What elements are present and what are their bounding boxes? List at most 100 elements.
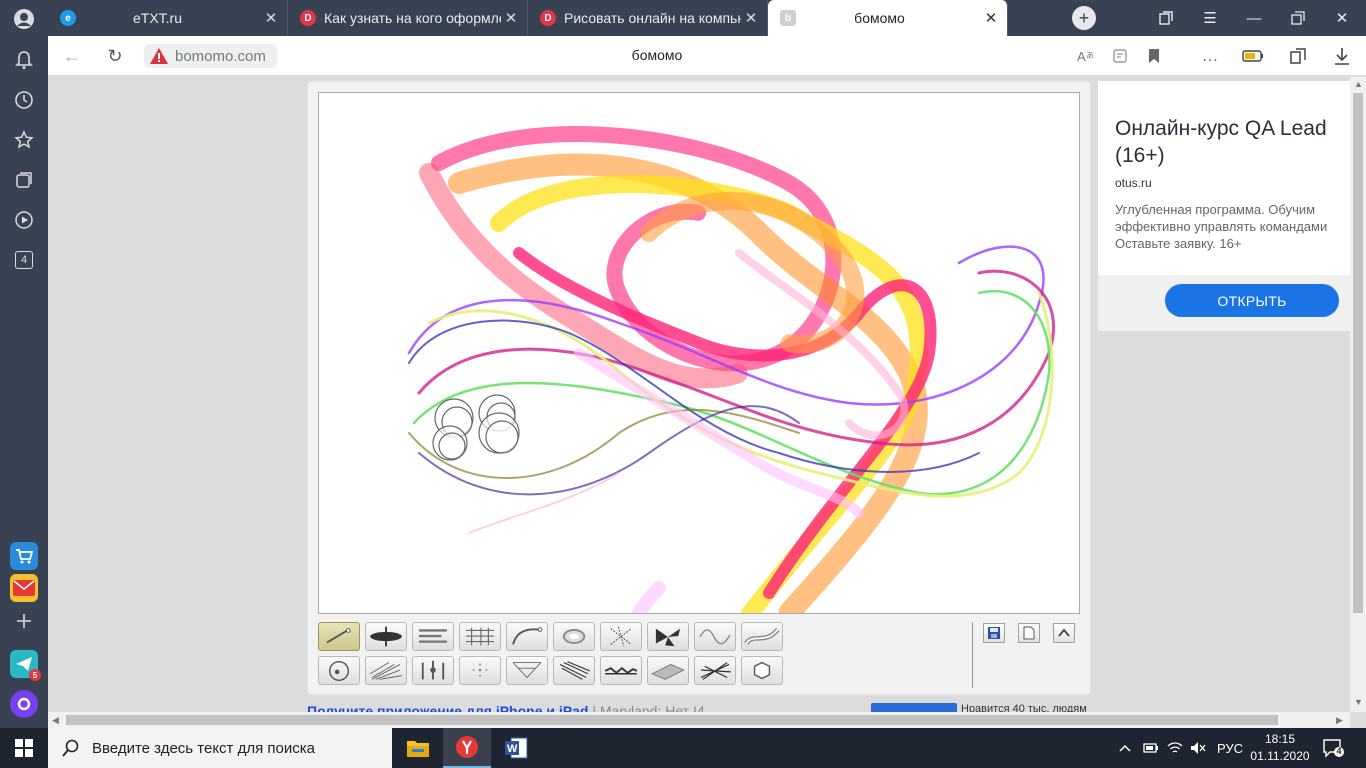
new-page-icon[interactable]	[1018, 623, 1040, 643]
pins-brush-button[interactable]	[412, 656, 454, 685]
taskbar-search[interactable]: Введите здесь текст для поиска	[48, 728, 392, 768]
notifications-icon[interactable]	[10, 46, 38, 74]
bomomo-icon: b	[780, 10, 796, 26]
circle-brush-button[interactable]	[318, 656, 360, 685]
tabs-menu-icon[interactable]	[1146, 0, 1186, 36]
hatch-brush-button[interactable]	[365, 656, 407, 685]
tab-draw-online[interactable]: D Рисовать онлайн на компью ✕	[528, 0, 768, 36]
bookmarks-icon[interactable]	[10, 126, 38, 154]
grid-brush-button[interactable]	[459, 622, 501, 651]
restore-icon[interactable]	[1278, 0, 1318, 36]
ribbon-brush-button[interactable]	[741, 622, 783, 651]
tab-etxt[interactable]: e eTXT.ru ✕	[48, 0, 288, 36]
fan-brush-button[interactable]	[647, 622, 689, 651]
clock[interactable]: 18:15 01.11.2020	[1249, 731, 1311, 765]
ad-open-button[interactable]: ОТКРЫТЬ	[1165, 284, 1339, 317]
action-center-icon[interactable]: 4	[1322, 738, 1344, 758]
ad-domain[interactable]: otus.ru	[1115, 176, 1152, 190]
language-indicator[interactable]: РУС	[1217, 728, 1243, 768]
toolbar-divider	[972, 622, 973, 688]
web-brush-button[interactable]	[506, 656, 548, 685]
zigzag-brush-button[interactable]	[600, 656, 642, 685]
video-icon[interactable]	[10, 206, 38, 234]
word-icon[interactable]: W	[492, 728, 540, 768]
profile-icon[interactable]	[10, 5, 38, 33]
scroll-right-icon[interactable]: ▶	[1336, 715, 1343, 726]
address-bar: ← ↻ bomomo.com бомомо Aあ …	[48, 36, 1366, 76]
tab-bomomo[interactable]: b бомомо ✕	[768, 0, 1008, 36]
line-brush-button[interactable]	[318, 622, 360, 651]
spray-brush-button[interactable]	[553, 656, 595, 685]
drawing-canvas[interactable]	[318, 92, 1080, 614]
ad-text-line: эффективно управлять командами	[1115, 219, 1328, 234]
downloads-icon[interactable]	[1330, 44, 1354, 68]
tabs-count-icon[interactable]: 4	[10, 246, 38, 274]
likes-widget: Нравится 40 тыс. людям	[871, 703, 1091, 712]
wifi-icon[interactable]	[1167, 728, 1183, 768]
collapse-icon[interactable]	[1053, 623, 1075, 643]
bookmark-icon[interactable]	[1142, 44, 1166, 68]
likes-text: Нравится 40 тыс. людям	[961, 703, 1087, 712]
save-icon[interactable]	[983, 623, 1005, 643]
windows-start-icon[interactable]	[0, 728, 48, 768]
close-window-icon[interactable]: ✕	[1322, 0, 1362, 36]
tab-title: Рисовать онлайн на компью	[564, 10, 741, 26]
battery-icon[interactable]	[1143, 728, 1159, 768]
search-icon	[62, 739, 79, 757]
alice-icon[interactable]	[10, 690, 38, 718]
ellipse-brush-button[interactable]	[365, 622, 407, 651]
scroll-left-icon[interactable]: ◀	[52, 715, 59, 726]
dzen-icon: D	[540, 10, 556, 26]
volume-icon[interactable]	[1190, 728, 1206, 768]
file-explorer-icon[interactable]	[394, 728, 442, 768]
mail-app-icon[interactable]	[10, 574, 38, 602]
close-icon[interactable]: ✕	[981, 9, 1001, 27]
svg-text:W: W	[507, 743, 518, 755]
curve-brush-button[interactable]	[506, 622, 548, 651]
tab-title: eTXT.ru	[132, 10, 182, 26]
hex-brush-button[interactable]	[741, 656, 783, 685]
bomomo-app	[307, 81, 1091, 695]
cross-brush-button[interactable]	[694, 656, 736, 685]
messenger-app-icon[interactable]: 5	[10, 650, 41, 681]
yandex-browser-icon[interactable]	[443, 728, 491, 768]
fold-brush-button[interactable]	[647, 656, 689, 685]
ring-brush-button[interactable]	[553, 622, 595, 651]
extensions-icon[interactable]	[1286, 44, 1310, 68]
history-icon[interactable]	[10, 86, 38, 114]
scroll-down-icon[interactable]: ▼	[1354, 697, 1363, 707]
close-icon[interactable]: ✕	[261, 9, 281, 27]
show-hidden-icons[interactable]	[1118, 728, 1132, 768]
vertical-scroll-thumb[interactable]	[1353, 93, 1363, 613]
scroll-up-icon[interactable]: ▲	[1354, 79, 1363, 89]
vertical-scrollbar[interactable]: ▲ ▼	[1350, 77, 1366, 712]
close-icon[interactable]: ✕	[501, 9, 521, 27]
horizontal-scroll-thumb[interactable]	[66, 715, 1278, 725]
tab-how-to-find[interactable]: D Как узнать на кого оформле ✕	[288, 0, 528, 36]
close-icon[interactable]: ✕	[741, 9, 761, 27]
bars-brush-button[interactable]	[412, 622, 454, 651]
tab-title: Как узнать на кого оформле	[324, 10, 501, 26]
app-link[interactable]: Получите приложение для iPhone и iPad	[307, 703, 588, 712]
svg-text:A: A	[1077, 49, 1086, 64]
clock-time: 18:15	[1264, 732, 1296, 746]
battery-saver-icon[interactable]	[1241, 44, 1265, 68]
horizontal-scrollbar[interactable]: ◀ ▶	[48, 712, 1350, 728]
dots-brush-button[interactable]	[459, 656, 501, 685]
scatter-brush-button[interactable]	[600, 622, 642, 651]
taskbar: Введите здесь текст для поиска W РУС 18:…	[0, 728, 1366, 768]
minimize-icon[interactable]: —	[1234, 0, 1274, 36]
reader-icon[interactable]	[1108, 44, 1132, 68]
like-button[interactable]	[871, 703, 957, 712]
menu-icon[interactable]: ☰	[1190, 0, 1230, 36]
browser-side-panel: 4 5	[0, 0, 48, 728]
tab-bar: e eTXT.ru ✕ D Как узнать на кого оформле…	[48, 0, 1366, 36]
ad-title[interactable]: Онлайн-курс QA Lead (16+)	[1115, 115, 1350, 169]
wave-brush-button[interactable]	[694, 622, 736, 651]
translate-icon[interactable]: Aあ	[1074, 44, 1098, 68]
market-app-icon[interactable]	[10, 542, 38, 570]
collections-icon[interactable]	[10, 166, 38, 194]
new-tab-button[interactable]: +	[1072, 6, 1096, 30]
more-icon[interactable]: …	[1198, 44, 1222, 68]
add-panel-icon[interactable]	[10, 607, 38, 635]
